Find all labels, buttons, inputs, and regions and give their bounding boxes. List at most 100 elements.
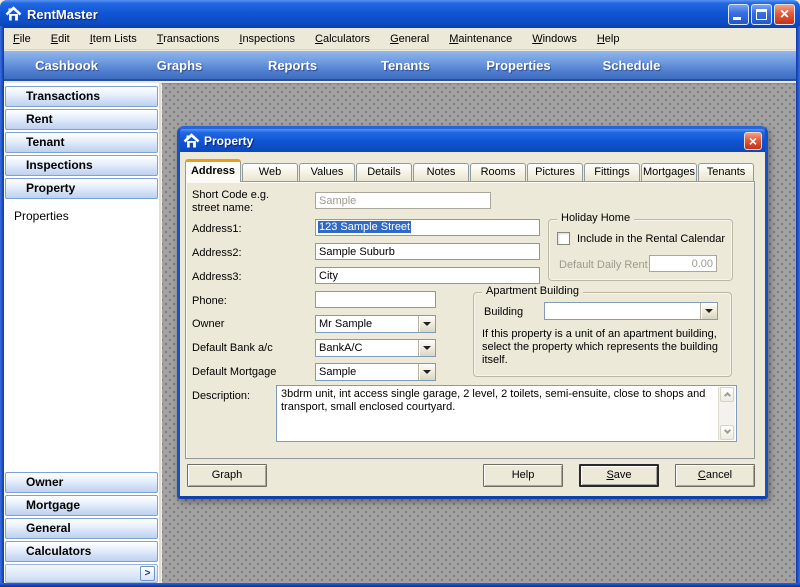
sidebar-item-tenant[interactable]: Tenant (5, 132, 158, 153)
toolbar-cashbook[interactable]: Cashbook (10, 58, 123, 73)
main-toolbar: Cashbook Graphs Reports Tenants Properti… (0, 51, 800, 81)
address2-field[interactable] (315, 243, 540, 260)
chevron-down-icon (423, 346, 431, 350)
description-text: 3bdrm unit, int access single garage, 2 … (281, 388, 705, 413)
owner-value: Mr Sample (319, 318, 372, 330)
sidebar-list-item-properties[interactable]: Properties (4, 201, 159, 223)
sidebar-item-property[interactable]: Property (5, 178, 158, 199)
selected-text: 123 Sample Street (318, 221, 411, 233)
menu-item-lists[interactable]: Item Lists (83, 30, 144, 48)
building-dropdown-button[interactable] (700, 303, 717, 319)
tab-notes[interactable]: Notes (413, 163, 469, 182)
address1-field[interactable]: 123 Sample Street (315, 219, 540, 236)
sidebar-item-inspections[interactable]: Inspections (5, 155, 158, 176)
minimize-button[interactable] (728, 4, 749, 25)
mortgage-dropdown[interactable]: Sample (315, 363, 436, 381)
owner-dropdown[interactable]: Mr Sample (315, 315, 436, 333)
dialog-close-button[interactable]: × (744, 132, 762, 150)
address3-field[interactable] (315, 267, 540, 284)
menu-general[interactable]: General (383, 30, 436, 48)
window-frame-left (0, 26, 4, 587)
mortgage-label: Default Mortgage (192, 366, 276, 378)
daily-rent-field[interactable] (649, 255, 717, 272)
bank-dropdown-button[interactable] (418, 340, 435, 356)
rental-calendar-checkbox[interactable] (557, 232, 570, 245)
sidebar-bottom-strip: > (5, 564, 158, 583)
tab-rooms[interactable]: Rooms (470, 163, 526, 182)
window-frame-bottom (0, 583, 800, 587)
tab-values[interactable]: Values (299, 163, 355, 182)
daily-rent-label: Default Daily Rent (559, 259, 648, 271)
dialog-house-icon (183, 133, 200, 149)
scroll-up-button[interactable] (720, 387, 734, 402)
apartment-building-group-title: Apartment Building (482, 285, 583, 297)
minimize-icon (733, 17, 741, 20)
toolbar-reports[interactable]: Reports (236, 58, 349, 73)
tab-details[interactable]: Details (356, 163, 412, 182)
sidebar-item-general[interactable]: General (5, 518, 158, 539)
rental-calendar-checkbox-label: Include in the Rental Calendar (577, 233, 725, 245)
sidebar-item-transactions[interactable]: Transactions (5, 86, 158, 107)
app-house-icon (5, 6, 22, 22)
address-tab-panel: Short Code e.g. street name: Address1: 1… (185, 181, 755, 459)
holiday-home-group-title: Holiday Home (557, 212, 634, 224)
holiday-home-group: Holiday Home Include in the Rental Calen… (548, 219, 733, 281)
save-button[interactable]: Save (579, 464, 659, 487)
owner-dropdown-button[interactable] (418, 316, 435, 332)
toolbar-graphs[interactable]: Graphs (123, 58, 236, 73)
scroll-down-button[interactable] (720, 425, 734, 440)
menu-inspections[interactable]: Inspections (232, 30, 302, 48)
window-title: RentMaster (27, 7, 726, 22)
menu-calculators[interactable]: Calculators (308, 30, 377, 48)
menu-maintenance[interactable]: Maintenance (442, 30, 519, 48)
cancel-button[interactable]: Cancel (675, 464, 755, 487)
tab-address[interactable]: Address (185, 159, 241, 182)
graph-button[interactable]: Graph (187, 464, 267, 487)
chevron-down-icon (724, 427, 731, 434)
menu-windows[interactable]: Windows (525, 30, 584, 48)
app-window: RentMaster × File Edit Item Lists Transa… (0, 0, 800, 587)
mortgage-dropdown-button[interactable] (418, 364, 435, 380)
bank-dropdown[interactable]: BankA/C (315, 339, 436, 357)
short-code-field[interactable] (315, 192, 491, 209)
menu-transactions[interactable]: Transactions (150, 30, 227, 48)
sidebar-item-owner[interactable]: Owner (5, 472, 158, 493)
apartment-building-group: Apartment Building Building If this prop… (473, 292, 732, 377)
tab-tenants[interactable]: Tenants (698, 163, 754, 182)
tab-pictures[interactable]: Pictures (527, 163, 583, 182)
window-titlebar[interactable]: RentMaster × (0, 0, 800, 28)
description-scrollbar[interactable] (718, 387, 735, 440)
description-textarea[interactable]: 3bdrm unit, int access single garage, 2 … (276, 385, 737, 442)
bank-value: BankA/C (319, 342, 362, 354)
sidebar-item-calculators[interactable]: Calculators (5, 541, 158, 562)
menu-file[interactable]: File (6, 30, 38, 48)
toolbar-tenants[interactable]: Tenants (349, 58, 462, 73)
chevron-down-icon (423, 370, 431, 374)
chevron-down-icon (705, 309, 713, 313)
toolbar-schedule[interactable]: Schedule (575, 58, 688, 73)
sidebar-item-rent[interactable]: Rent (5, 109, 158, 130)
phone-label: Phone: (192, 295, 227, 307)
dialog-titlebar[interactable]: Property × (180, 129, 765, 152)
menu-edit[interactable]: Edit (44, 30, 77, 48)
toolbar-properties[interactable]: Properties (462, 58, 575, 73)
tab-mortgages[interactable]: Mortgages (641, 163, 697, 182)
sidebar-panel-list: Properties (4, 201, 159, 472)
close-button[interactable]: × (774, 4, 795, 25)
tab-web[interactable]: Web (242, 163, 298, 182)
address2-label: Address2: (192, 247, 242, 259)
maximize-icon (756, 9, 767, 20)
help-button[interactable]: Help (483, 464, 563, 487)
phone-field[interactable] (315, 291, 436, 308)
maximize-button[interactable] (751, 4, 772, 25)
owner-label: Owner (192, 318, 224, 330)
tab-fittings[interactable]: Fittings (584, 163, 640, 182)
sidebar-expand-button[interactable]: > (140, 566, 155, 581)
close-icon: × (775, 5, 794, 24)
sidebar-item-mortgage[interactable]: Mortgage (5, 495, 158, 516)
short-code-label-line2: street name: (192, 202, 253, 214)
menu-help[interactable]: Help (590, 30, 627, 48)
property-dialog: Property × Address Web Values Details No… (177, 126, 768, 499)
building-dropdown[interactable] (544, 302, 718, 320)
apartment-building-note: If this property is a unit of an apartme… (482, 328, 728, 367)
